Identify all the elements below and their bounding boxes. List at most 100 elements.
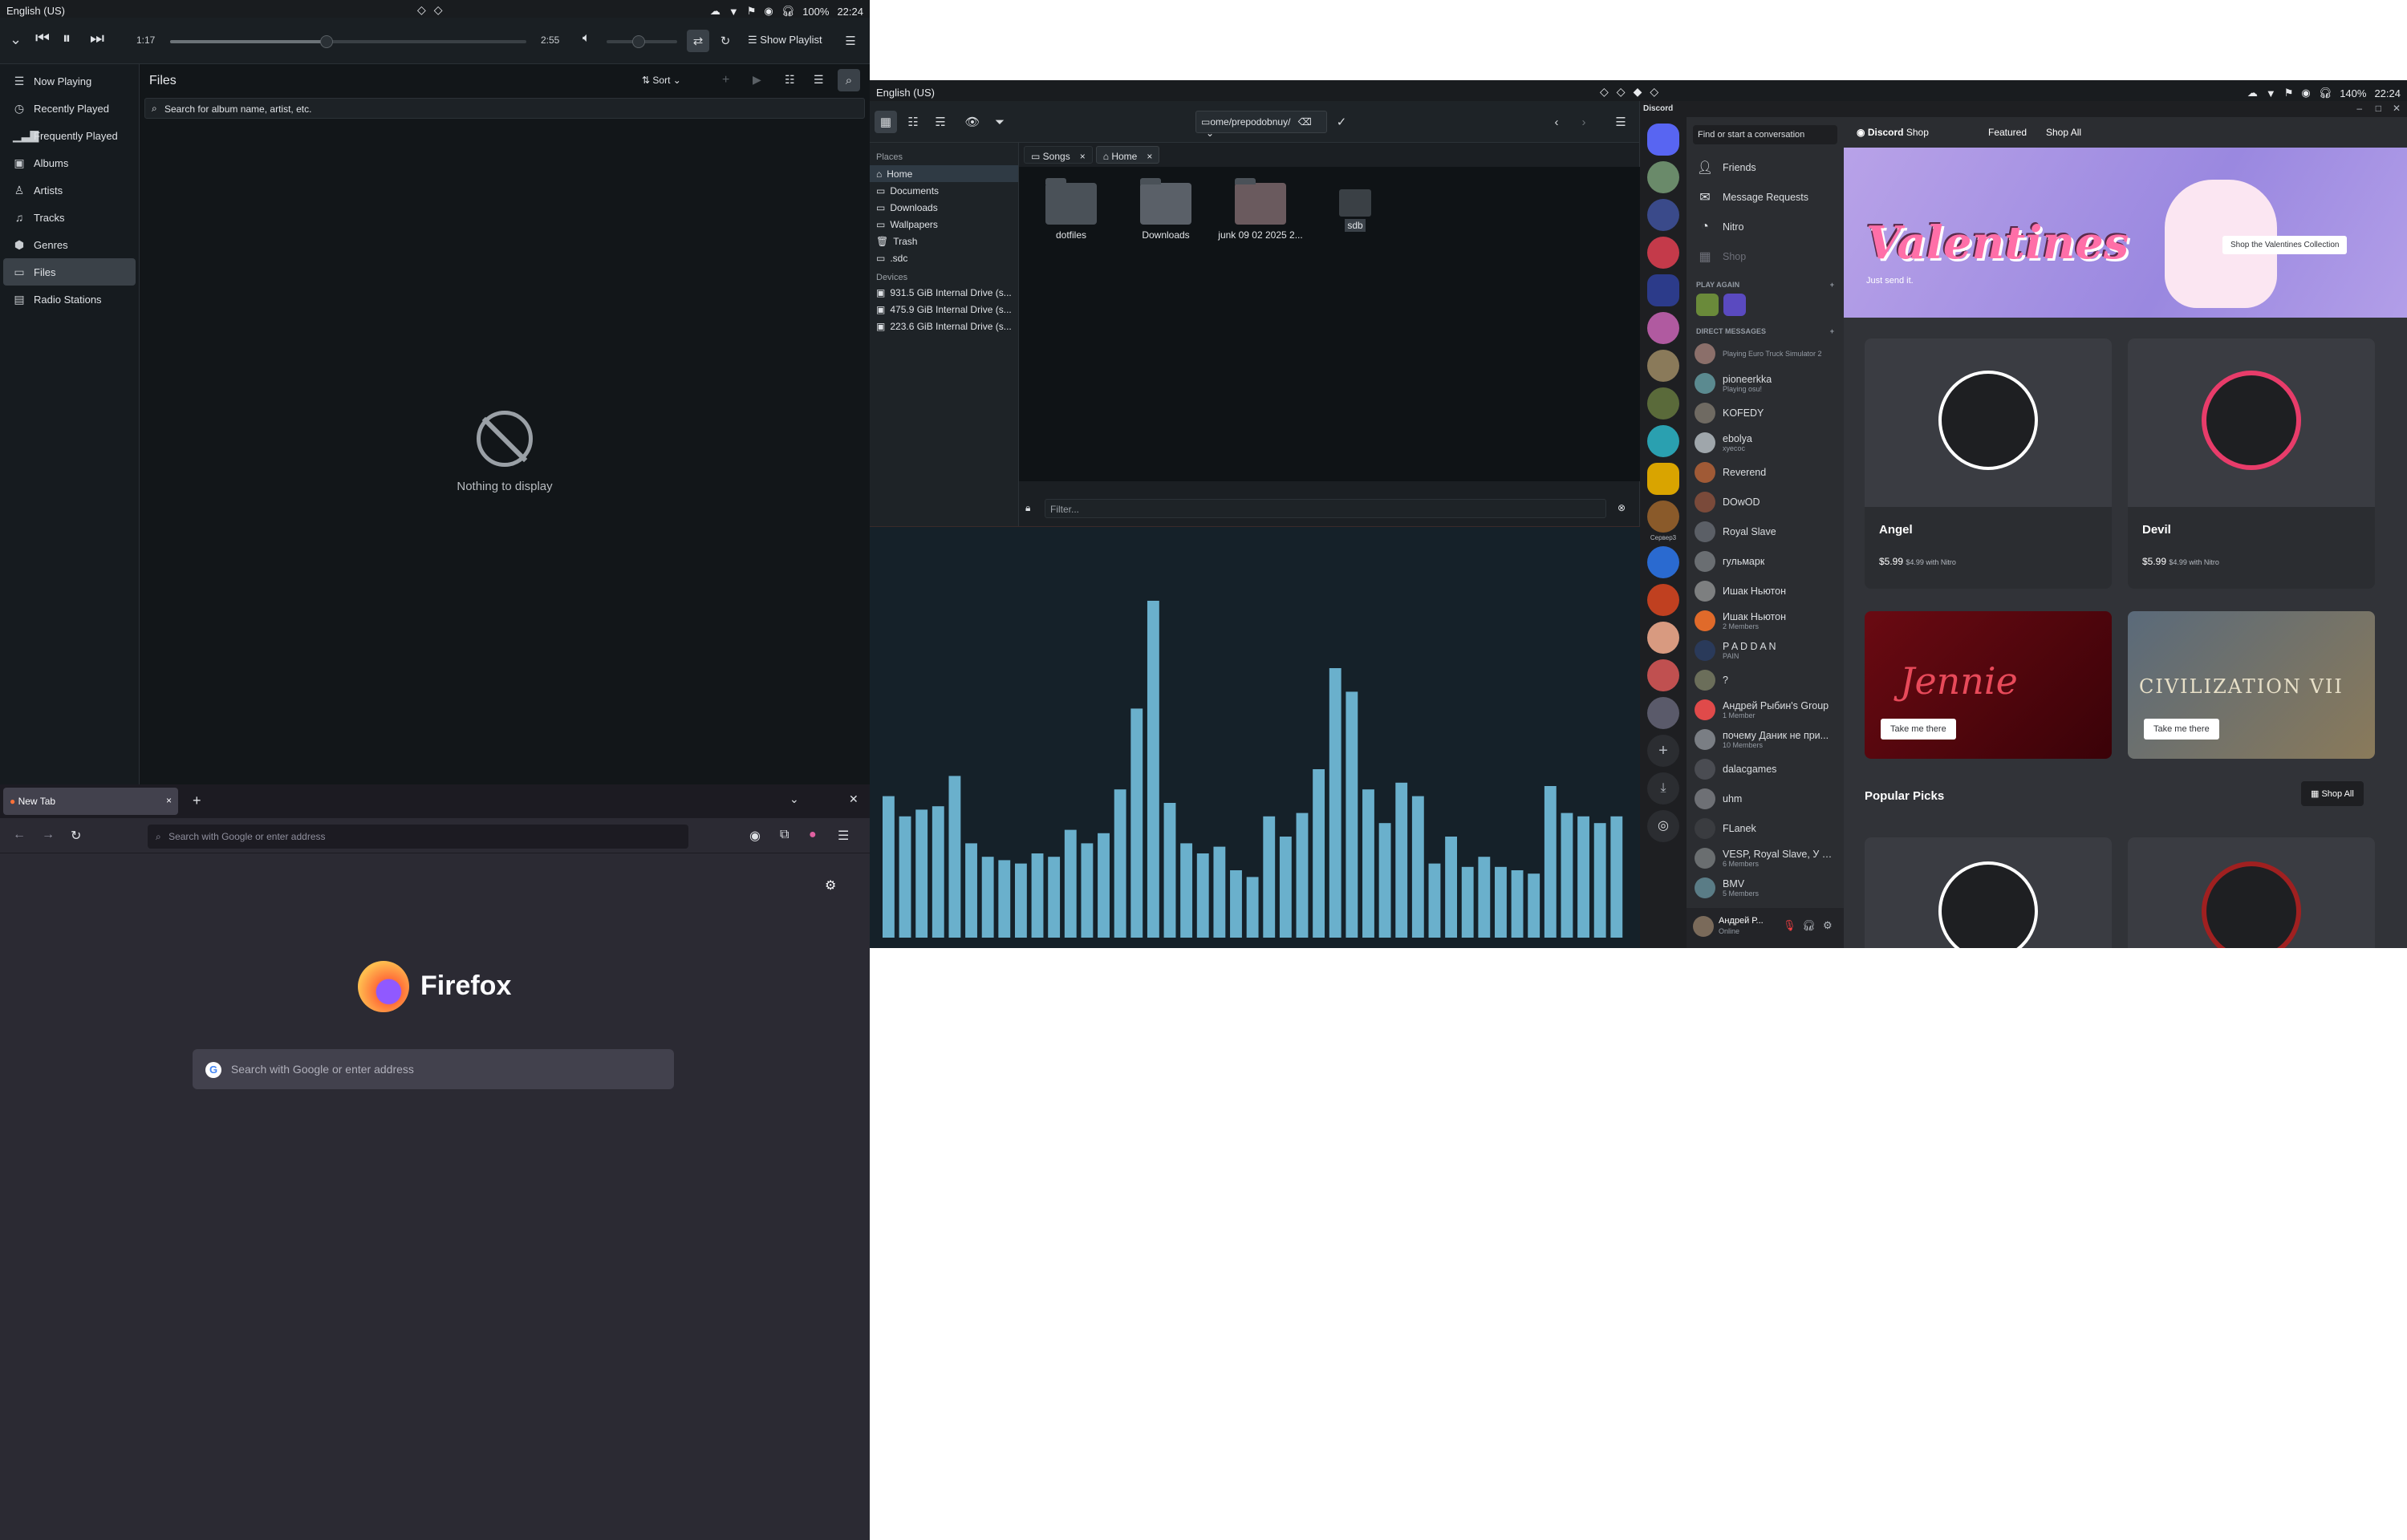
dm-item[interactable]: Royal Slave xyxy=(1687,517,1844,546)
volume-slider[interactable] xyxy=(607,35,677,48)
workspace-icon[interactable]: ◇ xyxy=(417,3,426,17)
server-icon[interactable] xyxy=(1647,312,1679,344)
url-bar[interactable]: ⌕ Search with Google or enter address xyxy=(148,825,688,849)
server-icon[interactable] xyxy=(1647,584,1679,616)
next-icon[interactable]: ⏭ xyxy=(90,30,104,47)
place-item-documents[interactable]: ▭ Documents xyxy=(870,182,1018,199)
preview-icon[interactable]: 👁︎ xyxy=(961,111,984,133)
conversation-search-input[interactable]: Find or start a conversation xyxy=(1693,125,1837,144)
volume-handle[interactable] xyxy=(631,35,645,48)
search-box[interactable]: G Search with Google or enter address xyxy=(193,1049,674,1089)
place-item-sdc[interactable]: ▭ .sdc xyxy=(870,249,1018,266)
tab-shop-all[interactable]: Shop All xyxy=(2046,127,2081,138)
notification-icon[interactable]: ⚑ xyxy=(747,5,757,18)
hamburger-menu-icon[interactable]: ☰ xyxy=(838,828,849,844)
previous-icon[interactable]: ⏮ xyxy=(35,30,50,47)
sidebar-item-radio-stations[interactable]: ▤ Radio Stations xyxy=(3,286,136,313)
nav-item-nitro[interactable]: ◔ Nitro xyxy=(1687,212,1844,241)
tab-new-tab[interactable]: ● New Tab × xyxy=(3,788,178,815)
dm-item[interactable]: Андрей Рыбин's Group 1 Member xyxy=(1687,695,1844,724)
server-icon[interactable] xyxy=(1647,350,1679,382)
wifi-icon[interactable]: ▼ xyxy=(729,6,739,18)
new-tab-icon[interactable]: + xyxy=(193,792,201,809)
sidebar-item-tracks[interactable]: ♫ Tracks xyxy=(3,204,136,231)
take-me-there-button[interactable]: Take me there xyxy=(2144,719,2219,740)
nav-item-friends[interactable]: 👤︎ Friends xyxy=(1687,152,1844,182)
product-card[interactable] xyxy=(2128,837,2375,948)
folder-item-downloads[interactable]: Downloads xyxy=(1122,178,1210,241)
dm-item[interactable]: ? xyxy=(1687,665,1844,695)
discord-tray-icon[interactable]: ◉ xyxy=(2301,87,2310,99)
chevron-down-icon[interactable]: ⌄ xyxy=(1206,128,1214,139)
list-view-icon[interactable]: ☷ xyxy=(785,74,795,85)
workspace-icon[interactable]: ◆ xyxy=(1634,85,1642,99)
sidebar-item-frequently-played[interactable]: ▁▃▇ Frequently Played xyxy=(3,122,136,149)
keyboard-layout[interactable]: English (US) xyxy=(876,87,935,99)
folder-icon[interactable] xyxy=(1647,274,1679,306)
server-icon[interactable] xyxy=(1647,500,1679,533)
shop-collection-button[interactable]: Shop the Valentines Collection xyxy=(2222,236,2348,254)
close-window-icon[interactable]: ✕ xyxy=(849,792,858,806)
sidebar-item-recently-played[interactable]: ◷ Recently Played xyxy=(3,95,136,122)
game-icon[interactable] xyxy=(1696,294,1719,316)
close-tab-icon[interactable]: × xyxy=(166,795,172,806)
close-icon[interactable]: × xyxy=(1147,151,1152,162)
back-icon[interactable]: ← xyxy=(13,828,26,842)
tab-featured[interactable]: Featured xyxy=(1988,127,2027,138)
wifi-icon[interactable]: ▼ xyxy=(2266,87,2276,99)
dm-item[interactable]: Reverend xyxy=(1687,457,1844,487)
repeat-button[interactable]: ↻ xyxy=(714,30,737,52)
dm-item[interactable]: Playing Euro Truck Simulator 2 xyxy=(1687,338,1844,368)
folder-item-dotfiles[interactable]: dotfiles xyxy=(1027,178,1115,241)
clock[interactable]: 22:24 xyxy=(2374,87,2401,99)
server-icon[interactable] xyxy=(1647,199,1679,231)
server-icon[interactable] xyxy=(1647,237,1679,269)
server-icon[interactable] xyxy=(1647,622,1679,654)
dm-item[interactable]: BMV 5 Members xyxy=(1687,873,1844,902)
dm-item[interactable]: KOFEDY xyxy=(1687,398,1844,428)
workspace-indicators[interactable]: ◇ ◇ xyxy=(417,3,443,17)
headphones-icon[interactable]: 🎧︎ xyxy=(1802,919,1816,932)
product-card-devil[interactable]: Devil $5.99 $4.99 with Nitro xyxy=(2128,338,2375,589)
path-bar[interactable]: ▭ome/prepodobnuy/ ⌫ ⌄ xyxy=(1195,111,1327,139)
direct-messages-home-icon[interactable] xyxy=(1647,124,1679,156)
pause-icon[interactable]: ⏸ xyxy=(63,30,71,47)
dm-item[interactable]: Ишак Ньютон 2 Members xyxy=(1687,606,1844,635)
server-icon[interactable] xyxy=(1647,659,1679,691)
dm-item[interactable]: DOwOD xyxy=(1687,487,1844,517)
nav-item-shop[interactable]: ▦ Shop xyxy=(1687,241,1844,271)
product-card[interactable] xyxy=(1865,837,2112,948)
dm-item[interactable]: FLanek xyxy=(1687,813,1844,843)
dm-item[interactable]: pioneerkka Playing osu! xyxy=(1687,368,1844,398)
workspace-indicators[interactable]: ◇ ◇ ◆ ◇ xyxy=(1600,85,1658,99)
discover-icon[interactable]: ◎ xyxy=(1647,810,1679,842)
place-item-wallpapers[interactable]: ▭ Wallpapers xyxy=(870,216,1018,233)
hamburger-menu-icon[interactable]: ☰ xyxy=(839,30,862,52)
shop-all-button[interactable]: ▦ Shop All xyxy=(2301,781,2364,806)
server-icon[interactable] xyxy=(1647,387,1679,419)
confirm-icon[interactable]: ✓ xyxy=(1330,111,1353,133)
sort-button[interactable]: ⇅ Sort ⌄ xyxy=(642,75,681,86)
grid-view-icon[interactable]: ☰ xyxy=(814,74,824,85)
tab-songs[interactable]: ▭ Songs × xyxy=(1024,146,1093,164)
device-item[interactable]: ▣ 223.6 GiB Internal Drive (s... xyxy=(870,318,1018,334)
folder-icon[interactable] xyxy=(1647,463,1679,495)
minimize-icon[interactable]: – xyxy=(2356,103,2362,114)
dm-item[interactable]: Ишак Ньютон xyxy=(1687,576,1844,606)
search-bar[interactable]: ⌕ Search for album name, artist, etc. xyxy=(144,98,865,119)
place-item-downloads[interactable]: ▭ Downloads xyxy=(870,199,1018,216)
sidebar-item-albums[interactable]: ▣ Albums xyxy=(3,149,136,176)
workspace-icon[interactable]: ◇ xyxy=(1600,85,1609,99)
settings-icon[interactable]: ⚙ xyxy=(1823,919,1833,932)
product-card-angel[interactable]: Angel $5.99 $4.99 with Nitro xyxy=(1865,338,2112,589)
back-icon[interactable]: ‹ xyxy=(1545,111,1568,133)
dm-item[interactable]: dalacgames xyxy=(1687,754,1844,784)
user-avatar[interactable] xyxy=(1693,916,1714,937)
dm-item[interactable]: uhm xyxy=(1687,784,1844,813)
clock[interactable]: 22:24 xyxy=(837,6,863,18)
server-icon[interactable] xyxy=(1647,697,1679,729)
add-dm-icon[interactable]: + xyxy=(1830,327,1834,335)
seek-bar[interactable] xyxy=(170,35,526,48)
forward-icon[interactable]: › xyxy=(1573,111,1595,133)
game-icon[interactable] xyxy=(1723,294,1746,316)
